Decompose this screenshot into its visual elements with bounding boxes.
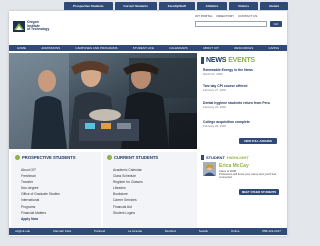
- highlight-heading-word-1: STUDENT: [206, 155, 225, 160]
- search-input[interactable]: [195, 21, 267, 27]
- events-heading-word: EVENTS: [228, 57, 256, 64]
- link-student-logins[interactable]: Student Logins: [113, 210, 143, 216]
- footer-online[interactable]: Online: [231, 228, 240, 235]
- tab-prospective-students[interactable]: Prospective Students: [64, 2, 113, 10]
- bullet-circle-icon: [15, 155, 20, 160]
- highlight-heading-word-2: HIGHLIGHT: [226, 155, 249, 160]
- nav-resources[interactable]: RESOURCES: [234, 45, 253, 51]
- search-area: GO: [195, 21, 282, 27]
- link-apply-now[interactable]: Apply Now: [21, 216, 60, 222]
- news-item[interactable]: Dental hygiene students return from Peru…: [203, 101, 283, 109]
- student-photo: [203, 162, 216, 176]
- current-links: Academic Calendar Class Schedule Registe…: [113, 167, 143, 216]
- search-button[interactable]: GO: [270, 21, 282, 27]
- current-title: CURRENT STUDENTS: [114, 155, 159, 160]
- footer-email[interactable]: oit@oit.edu: [15, 228, 30, 235]
- prospective-students-panel: PROSPECTIVE STUDENTS About OIT Freshman …: [11, 152, 101, 234]
- site-footer: oit@oit.edu Klamath Falls Portland La Gr…: [9, 228, 287, 235]
- site-logo[interactable]: Oregon Institute of Technology: [13, 20, 50, 32]
- page-container: Oregon Institute of Technology OIT PORTA…: [9, 11, 287, 236]
- nav-about[interactable]: ABOUT OIT: [203, 45, 219, 51]
- highlight-heading: STUDENT HIGHLIGHT: [201, 155, 249, 160]
- tab-current-students[interactable]: Current Students: [114, 2, 157, 10]
- view-archive-button[interactable]: VIEW FULL ARCHIVE: [239, 138, 277, 144]
- tab-athletics[interactable]: Athletics: [196, 2, 228, 10]
- main-nav: HOME ADMISSIONS CAMPUSES AND PROGRAMS ST…: [9, 45, 287, 51]
- news-item[interactable]: Two day CPI course offered February 27, …: [203, 84, 283, 92]
- nav-home[interactable]: HOME: [17, 45, 26, 51]
- student-quote: Professors will know your name and you'l…: [219, 172, 277, 180]
- site-header: Oregon Institute of Technology OIT PORTA…: [9, 11, 287, 43]
- tab-faculty-staff[interactable]: Faculty/Staff: [158, 2, 195, 10]
- news-events-heading: NEWS EVENTS: [201, 57, 255, 64]
- logo-wordmark: Oregon Institute of Technology: [27, 20, 50, 32]
- current-students-panel: CURRENT STUDENTS Academic Calendar Class…: [103, 152, 197, 234]
- news-date: February 23, 2009: [203, 104, 226, 109]
- news-date: February 20, 2009: [203, 123, 226, 128]
- news-item[interactable]: College acquisition complete February 20…: [203, 120, 283, 128]
- prospective-links: About OIT Freshman Transfer Non-degree O…: [21, 167, 60, 222]
- student-highlight-panel: STUDENT HIGHLIGHT Erica McCay Class of 2…: [199, 152, 285, 234]
- meet-students-button[interactable]: MEET OTHER STUDENTS: [239, 189, 279, 195]
- audience-tabs: Prospective Students Current Students Fa…: [64, 2, 288, 10]
- bullet-circle-icon: [107, 155, 112, 160]
- prospective-heading: PROSPECTIVE STUDENTS: [15, 155, 76, 160]
- nav-admissions[interactable]: ADMISSIONS: [41, 45, 60, 51]
- hero-photo: [9, 53, 197, 149]
- nav-giving[interactable]: GIVING: [268, 45, 279, 51]
- news-date: February 27, 2009: [203, 87, 226, 92]
- nav-calendars[interactable]: CALENDARS: [169, 45, 187, 51]
- news-date: March 02, 2009: [203, 71, 223, 76]
- util-link-portal[interactable]: OIT PORTAL: [195, 14, 213, 18]
- news-item[interactable]: Renewable Energy in the News March 02, 2…: [203, 68, 283, 76]
- logo-line-3: of Technology: [27, 27, 50, 32]
- tab-visitors[interactable]: Visitors: [229, 2, 258, 10]
- heading-accent-bar: [201, 57, 204, 64]
- heading-accent-bar: [201, 155, 204, 160]
- nav-student-life[interactable]: STUDENT LIFE: [133, 45, 154, 51]
- footer-klamath-falls[interactable]: Klamath Falls: [53, 228, 71, 235]
- footer-seattle[interactable]: Seattle: [199, 228, 208, 235]
- news-heading-word: NEWS: [206, 57, 227, 64]
- news-events-panel: NEWS EVENTS Renewable Energy in the News…: [199, 53, 285, 149]
- tab-alumni[interactable]: Alumni: [259, 2, 288, 10]
- util-link-contact[interactable]: CONTACT US: [238, 14, 257, 18]
- util-link-directory[interactable]: DIRECTORY: [217, 14, 235, 18]
- nav-campuses-programs[interactable]: CAMPUSES AND PROGRAMS: [75, 45, 117, 51]
- footer-portland[interactable]: Portland: [94, 228, 105, 235]
- footer-medford[interactable]: Medford: [165, 228, 176, 235]
- utility-nav: OIT PORTAL DIRECTORY CONTACT US: [195, 14, 257, 18]
- footer-phone: 888-422-2017: [262, 229, 281, 233]
- current-heading: CURRENT STUDENTS: [107, 155, 158, 160]
- logo-mark-icon: [13, 21, 25, 32]
- footer-la-grande[interactable]: La Grande: [128, 228, 142, 235]
- prospective-title: PROSPECTIVE STUDENTS: [22, 155, 76, 160]
